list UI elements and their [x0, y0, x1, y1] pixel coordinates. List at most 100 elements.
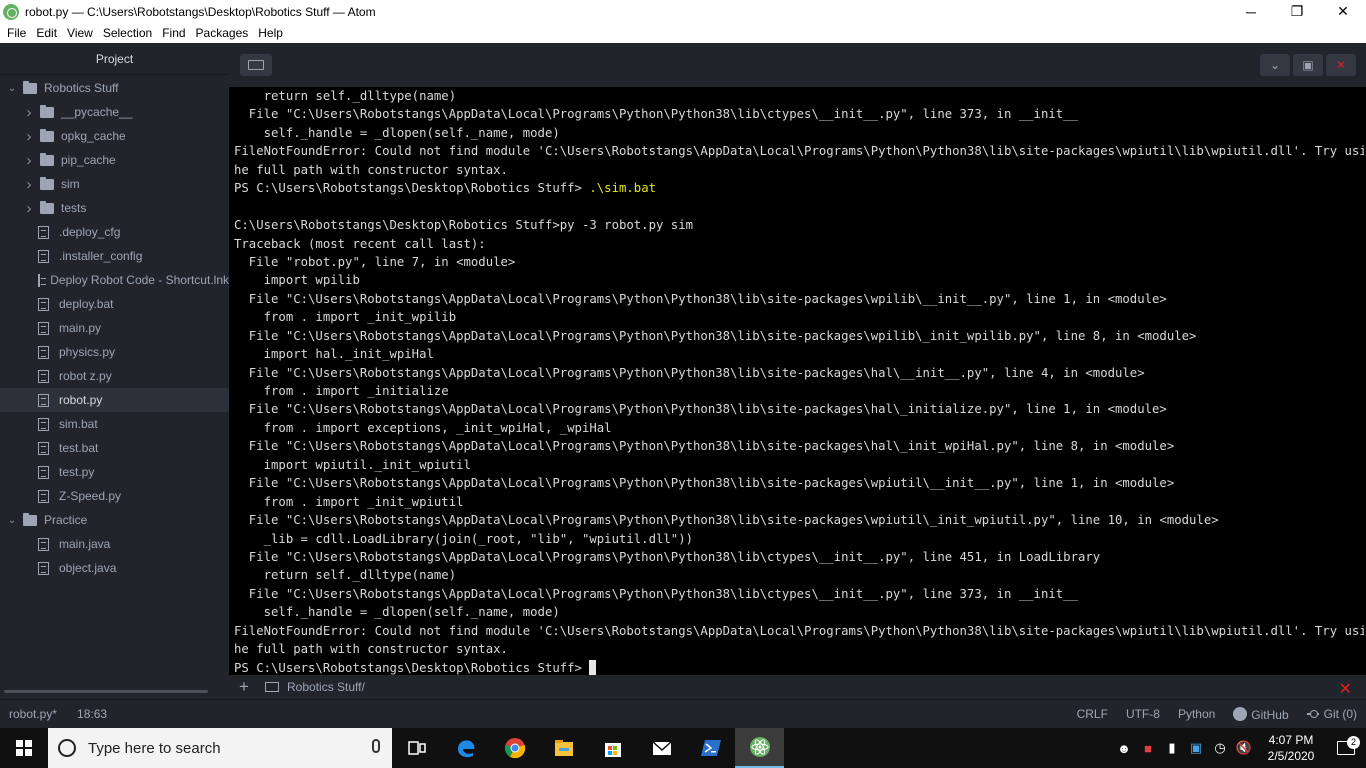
- tree-file-item[interactable]: Z-Speed.py: [0, 484, 229, 508]
- clock-time: 4:07 PM: [1268, 733, 1314, 747]
- taskbar-file-explorer[interactable]: [539, 728, 588, 768]
- tree-file-item[interactable]: main.py: [0, 316, 229, 340]
- menu-view[interactable]: View: [62, 26, 98, 40]
- close-icon: ✕: [1335, 58, 1347, 72]
- tree-folder-item[interactable]: › sim: [0, 172, 229, 196]
- tree-file-item[interactable]: .installer_config: [0, 244, 229, 268]
- terminal-line-text: C:\Users\Robotstangs\Desktop\Robotics St…: [234, 218, 694, 233]
- keyboard-icon: [248, 60, 264, 70]
- tree-file-item[interactable]: test.py: [0, 460, 229, 484]
- taskbar-powershell[interactable]: [686, 728, 735, 768]
- hide-terminal-button[interactable]: ⌄: [1260, 54, 1290, 76]
- tree-folder-item[interactable]: › opkg_cache: [0, 124, 229, 148]
- tree-file-item[interactable]: object.java: [0, 556, 229, 580]
- chrome-browser-icon: [504, 738, 525, 759]
- start-button[interactable]: [0, 728, 48, 768]
- status-line-ending[interactable]: CRLF: [1077, 707, 1108, 721]
- terminal-line: from . import _init_wpilib: [234, 308, 1364, 326]
- status-cursor-position[interactable]: 18:63: [77, 707, 107, 721]
- status-github[interactable]: GitHub: [1233, 706, 1289, 722]
- terminal-line: self._handle = _dlopen(self._name, mode): [234, 124, 1364, 142]
- menu-edit[interactable]: Edit: [31, 26, 62, 40]
- powershell-icon: [700, 740, 721, 756]
- tree-file-item[interactable]: Deploy Robot Code - Shortcut.lnk: [0, 268, 229, 292]
- microsoft-store-icon: [604, 743, 621, 757]
- tree-file-item[interactable]: .deploy_cfg: [0, 220, 229, 244]
- tree-file-item[interactable]: robot.py: [0, 388, 229, 412]
- taskbar-chrome[interactable]: [490, 728, 539, 768]
- tree-folder-item[interactable]: › tests: [0, 196, 229, 220]
- menu-file[interactable]: File: [2, 26, 31, 40]
- terminal-line-text: he full path with constructor syntax.: [234, 642, 508, 657]
- volume-muted-icon[interactable]: 🔇: [1232, 740, 1256, 756]
- terminal-line-text: from . import exceptions, _init_wpiHal, …: [234, 420, 612, 435]
- tree-folder-item[interactable]: › __pycache__: [0, 100, 229, 124]
- tree-item-label: test.py: [59, 465, 95, 479]
- tree-file-item[interactable]: physics.py: [0, 340, 229, 364]
- terminal-line-text: from . import _init_wpilib: [234, 310, 457, 325]
- terminal-line-text: File "C:\Users\Robotstangs\AppData\Local…: [234, 328, 1197, 343]
- terminal-output[interactable]: return self._dlltype(name) File "C:\User…: [234, 87, 1364, 675]
- minimize-button[interactable]: ─: [1228, 0, 1274, 23]
- tree-file-item[interactable]: deploy.bat: [0, 292, 229, 316]
- tree-item-label: opkg_cache: [61, 129, 126, 143]
- tree-folder-item[interactable]: › pip_cache: [0, 148, 229, 172]
- terminal-line-text: File "C:\Users\Robotstangs\AppData\Local…: [234, 586, 1078, 601]
- menu-packages[interactable]: Packages: [191, 26, 254, 40]
- taskbar-clock[interactable]: 4:07 PM 2/5/2020: [1256, 732, 1326, 764]
- taskbar-mail[interactable]: [637, 728, 686, 768]
- tree-horizontal-scrollbar[interactable]: [4, 690, 208, 693]
- close-window-button[interactable]: ✕: [1320, 0, 1366, 23]
- new-terminal-button[interactable]: +: [229, 677, 259, 697]
- keyboard-input-button[interactable]: [240, 54, 272, 76]
- chevron-down-icon: ⌄: [7, 514, 17, 526]
- close-all-terminals-button[interactable]: ✕: [1339, 679, 1352, 699]
- taskbar-atom[interactable]: [735, 728, 784, 768]
- terminal-tab[interactable]: Robotics Stuff/: [259, 680, 371, 694]
- tree-file-item[interactable]: robot z.py: [0, 364, 229, 388]
- menu-help[interactable]: Help: [253, 26, 288, 40]
- terminal-line-text: FileNotFoundError: Could not find module…: [234, 144, 1364, 159]
- wifi-icon[interactable]: ◷: [1208, 740, 1232, 756]
- tree-file-item[interactable]: sim.bat: [0, 412, 229, 436]
- tree-item-label: .deploy_cfg: [59, 225, 121, 239]
- status-grammar[interactable]: Python: [1178, 707, 1215, 721]
- tree-item-label: main.py: [59, 321, 102, 335]
- taskbar-edge[interactable]: [441, 728, 490, 768]
- maximize-terminal-button[interactable]: ▣: [1293, 54, 1323, 76]
- tree-folder-item[interactable]: ⌄ Practice: [0, 508, 229, 532]
- terminal-line: File "C:\Users\Robotstangs\AppData\Local…: [234, 105, 1364, 123]
- terminal-line-text: PS C:\Users\Robotstangs\Desktop\Robotics…: [234, 660, 590, 675]
- tree-folder-item[interactable]: ⌄ Robotics Stuff: [0, 76, 229, 100]
- file-icon: [38, 345, 49, 359]
- terminal-tab-label: Robotics Stuff/: [287, 680, 365, 694]
- file-icon: [38, 489, 49, 503]
- terminal-line-text: he full path with constructor syntax.: [234, 162, 508, 177]
- status-git[interactable]: Git (0): [1306, 707, 1357, 721]
- close-terminal-button[interactable]: ✕: [1326, 54, 1356, 76]
- defender-icon[interactable]: ■: [1136, 741, 1160, 756]
- menu-find[interactable]: Find: [157, 26, 190, 40]
- window-titlebar: robot.py — C:\Users\Robotstangs\Desktop\…: [0, 0, 1366, 23]
- file-icon: [38, 537, 49, 551]
- battery-icon[interactable]: ▮: [1160, 740, 1184, 756]
- chevron-down-icon: ⌄: [1269, 58, 1281, 72]
- people-icon[interactable]: ☻: [1112, 741, 1136, 756]
- terminal-line-text: from . import _init_wpiutil: [234, 494, 464, 509]
- tree-file-item[interactable]: test.bat: [0, 436, 229, 460]
- menu-selection[interactable]: Selection: [98, 26, 157, 40]
- network-adapter-icon[interactable]: ▣: [1184, 740, 1208, 756]
- action-center-button[interactable]: 2: [1326, 736, 1366, 755]
- atom-logo-icon: [3, 3, 19, 20]
- restore-button[interactable]: ❐: [1274, 0, 1320, 23]
- status-file-name[interactable]: robot.py*: [9, 707, 57, 721]
- taskbar-search-box[interactable]: Type here to search: [48, 728, 392, 768]
- folder-icon: [40, 128, 54, 142]
- chevron-right-icon: ›: [26, 199, 32, 217]
- tree-item-label: sim: [61, 177, 80, 191]
- status-encoding[interactable]: UTF-8: [1126, 707, 1160, 721]
- microphone-icon[interactable]: [372, 739, 380, 753]
- task-view-button[interactable]: [392, 728, 441, 768]
- taskbar-store[interactable]: [588, 728, 637, 768]
- tree-file-item[interactable]: main.java: [0, 532, 229, 556]
